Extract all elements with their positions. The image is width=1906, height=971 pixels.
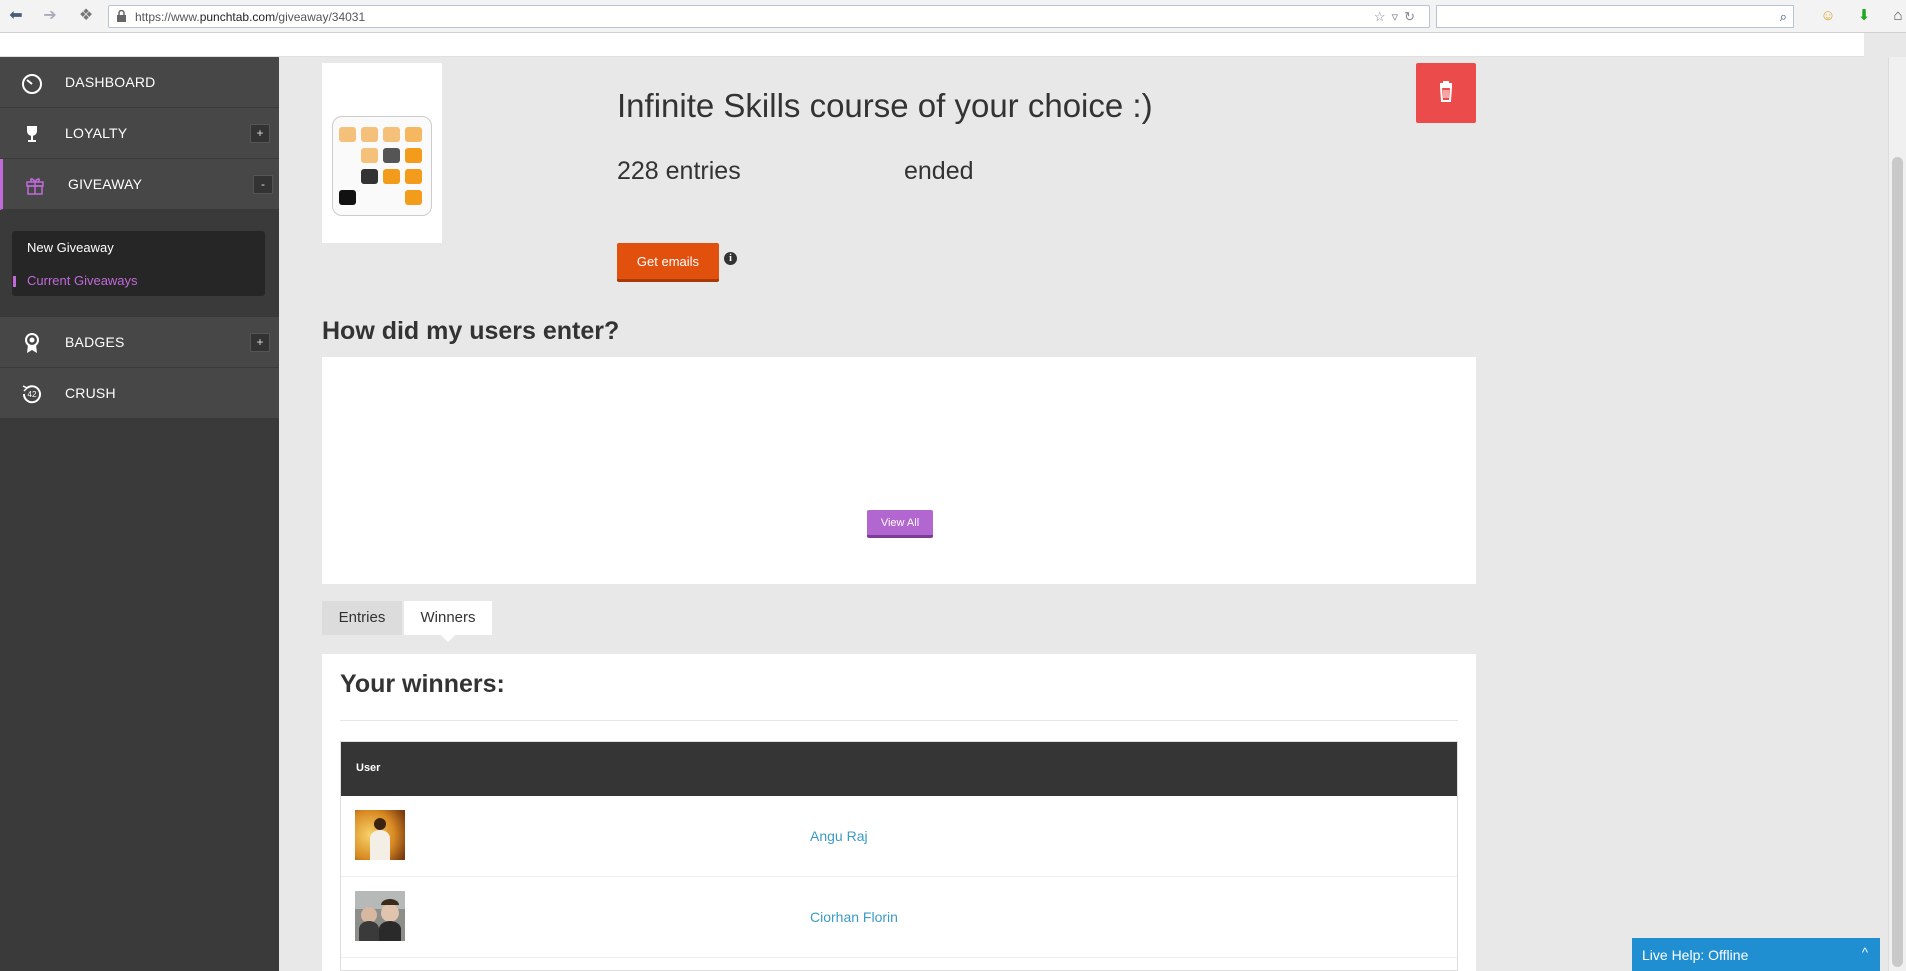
view-all-button[interactable]: View All [867,510,933,538]
winners-table: User Angu Raj Ciorhan Florin [340,741,1458,971]
tab-winners[interactable]: Winners [404,601,492,635]
submenu-current-giveaways[interactable]: Current Giveaways [27,273,138,288]
chevron-up-icon[interactable]: ^ [1862,945,1868,960]
expand-toggle[interactable]: + [250,124,270,143]
bookmarks-bar [0,33,1864,57]
entry-methods-panel: View All [322,357,1476,584]
winner-name-link[interactable]: Angu Raj [810,828,868,844]
avatar [355,810,405,860]
trash-icon [1439,81,1453,102]
giveaway-title: Infinite Skills course of your choice :) [617,87,1153,124]
sidebar: DASHBOARD LOYALTY + GIVEAWAY - New Givea… [0,57,279,971]
entries-count: 228 entries [617,157,741,185]
giveaway-image [322,63,442,243]
search-icon[interactable]: ⌕ [1780,9,1787,25]
info-icon[interactable]: i [724,252,737,265]
address-bar[interactable]: https://www.punchtab.com/giveaway/34031 … [108,5,1430,28]
active-tab-caret [441,635,455,642]
sidebar-item-badges[interactable]: BADGES + [0,317,279,368]
badge-icon [25,333,39,353]
table-row: Angu Raj [341,796,1457,877]
back-icon[interactable]: ⬅ [6,6,26,26]
browser-toolbar: ⬅ ➔ ❖ https://www.punchtab.com/giveaway/… [0,0,1906,33]
sidebar-item-giveaway[interactable]: GIVEAWAY - [0,159,279,210]
expand-toggle[interactable]: + [250,333,270,352]
giveaway-submenu: New Giveaway Current Giveaways [12,231,265,296]
table-header: User [341,742,1457,796]
scrollbar[interactable] [1888,57,1906,971]
main-content: Infinite Skills course of your choice :)… [279,57,1906,971]
url-text: https://www.punchtab.com/giveaway/34031 [135,10,366,24]
sidebar-item-label: BADGES [65,334,125,350]
winners-panel: Your winners: User Angu Raj Ciorhan Flor… [322,654,1476,971]
divider [340,720,1458,721]
winners-heading: Your winners: [340,670,505,698]
sidebar-item-label: DASHBOARD [65,74,156,90]
sidebar-item-label: CRUSH [65,385,116,401]
search-input[interactable]: ⌕ [1436,5,1794,28]
sidebar-item-dashboard[interactable]: DASHBOARD [0,57,279,108]
addon-icon[interactable]: ☺ [1819,7,1837,25]
sidebar-item-crush[interactable]: 42 CRUSH [0,368,279,419]
active-marker [13,276,16,287]
collapse-toggle[interactable]: - [253,175,273,194]
forward-icon[interactable]: ➔ [40,6,60,26]
sidebar-item-label: LOYALTY [65,125,128,141]
lock-icon [117,10,126,22]
delete-button[interactable] [1416,63,1476,123]
sites-icon[interactable]: ❖ [76,6,96,26]
live-help-label: Live Help: Offline [1642,947,1749,963]
tab-entries[interactable]: Entries [322,601,402,635]
download-icon[interactable]: ⬇ [1855,7,1873,25]
submenu-new-giveaway[interactable]: New Giveaway [27,240,114,255]
giveaway-status: ended [904,157,974,185]
avatar [355,891,405,941]
speedometer-icon [22,74,42,94]
scrollbar-thumb[interactable] [1892,157,1903,967]
home-icon[interactable]: ⌂ [1889,7,1906,25]
trophy-icon [27,126,37,142]
winner-name-link[interactable]: Ciorhan Florin [810,909,898,925]
gift-icon [26,178,44,195]
bookmark-star-icon[interactable]: ☆▿↻ [1374,9,1421,25]
entry-methods-heading: How did my users enter? [322,317,620,345]
table-row: Ciorhan Florin [341,877,1457,958]
calendar-logo [332,116,432,216]
svg-text:42: 42 [28,390,37,399]
column-header-user: User [356,762,381,774]
sidebar-item-label: GIVEAWAY [68,176,143,192]
live-help-widget[interactable]: Live Help: Offline ^ [1632,938,1880,971]
calendar-grid-icon [339,127,422,205]
crush-42-icon: 42 [22,385,41,404]
sidebar-item-loyalty[interactable]: LOYALTY + [0,108,279,159]
get-emails-button[interactable]: Get emails [617,243,719,282]
